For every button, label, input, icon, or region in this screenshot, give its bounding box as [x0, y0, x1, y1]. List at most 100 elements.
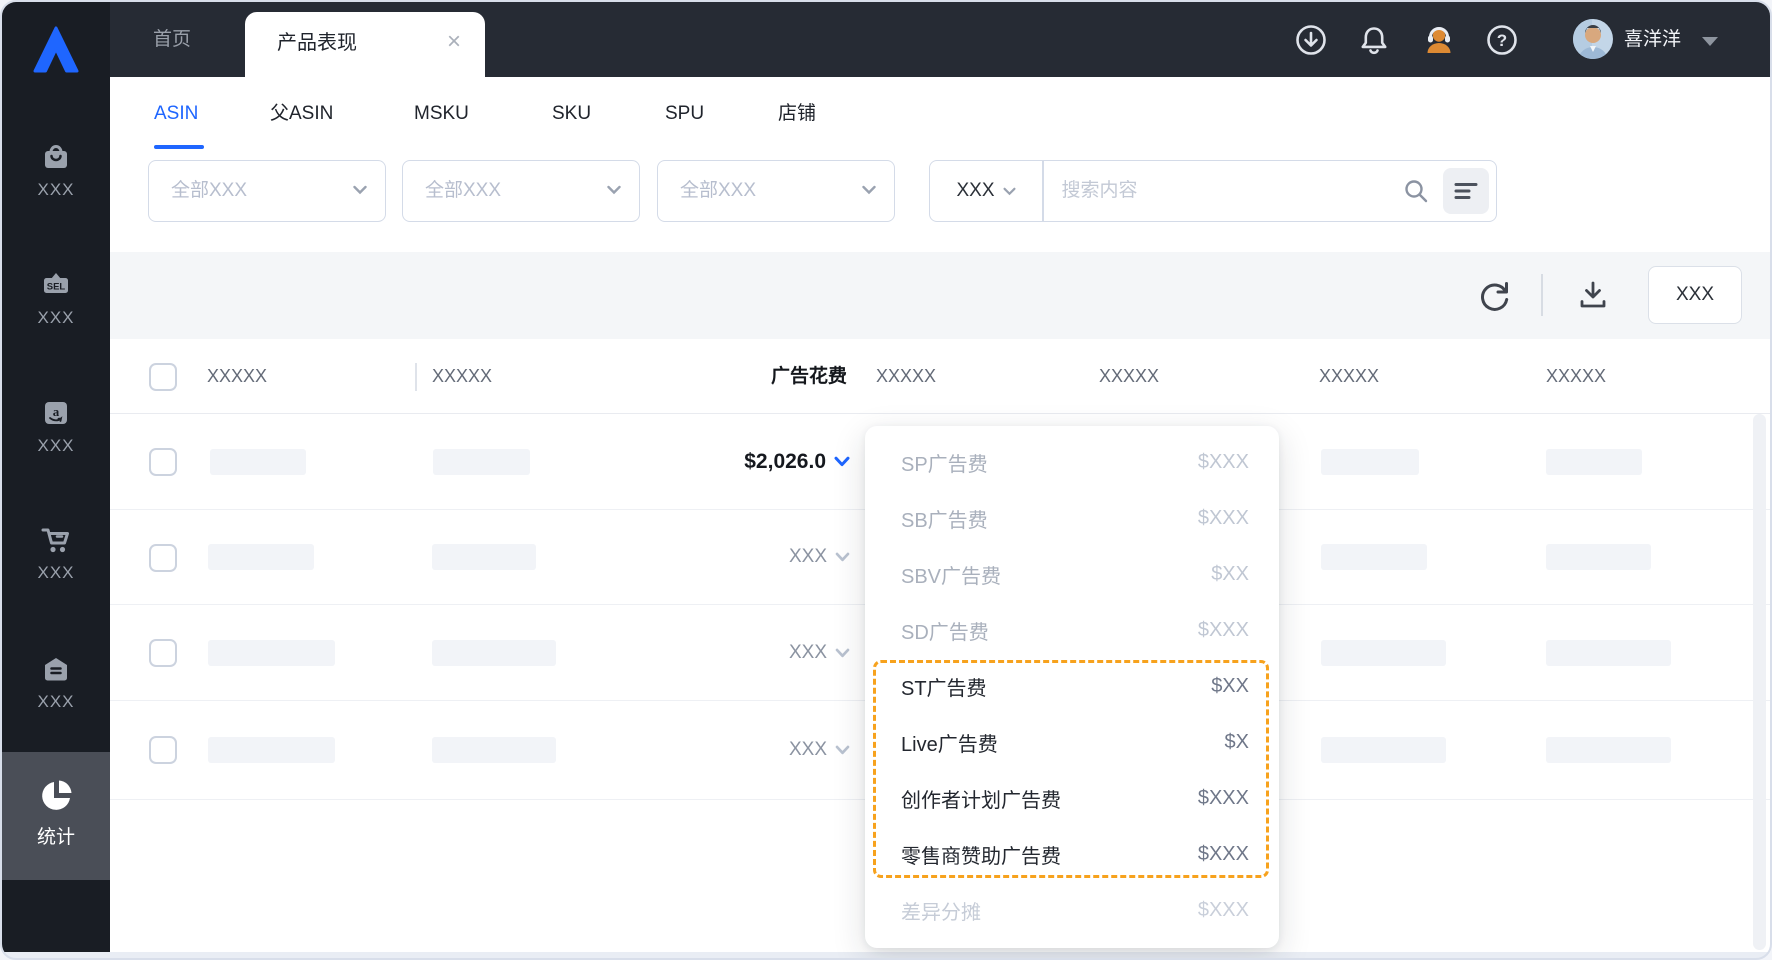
filter-select-2[interactable]: 全部XXX — [402, 160, 640, 222]
column-header[interactable]: XXXXX — [1319, 339, 1379, 414]
chevron-down-icon[interactable] — [835, 745, 850, 755]
cell-placeholder — [210, 449, 306, 475]
sidebar-item-2[interactable]: a XXX — [2, 396, 110, 456]
home-tab[interactable]: 首页 — [153, 2, 191, 77]
user-menu-caret-icon[interactable] — [1702, 37, 1718, 46]
breakdown-label: SB广告费 — [901, 509, 988, 532]
breakdown-value: $X — [1224, 730, 1249, 753]
mailbox-icon — [45, 658, 67, 681]
breakdown-label: SBV广告费 — [901, 565, 1002, 588]
vertical-scrollbar[interactable] — [1753, 414, 1766, 950]
export-download-icon[interactable] — [1576, 278, 1610, 312]
tab-parent-asin[interactable]: 父ASIN — [270, 77, 333, 150]
download-circle-icon[interactable] — [1294, 23, 1328, 57]
breakdown-item-sbv[interactable]: SBV广告费 $XX — [865, 546, 1279, 602]
breakdown-value: $XX — [1211, 562, 1249, 585]
row-checkbox[interactable] — [149, 544, 177, 572]
chevron-down-icon — [862, 185, 876, 195]
chevron-down-icon[interactable] — [835, 648, 850, 658]
custom-action-button[interactable]: XXX — [1648, 266, 1742, 324]
breakdown-item-sd[interactable]: SD广告费 $XXX — [865, 602, 1279, 658]
topbar: 首页 产品表现 × ? 喜洋洋 — [110, 2, 1770, 77]
ad-spend-cell[interactable]: $2,026.0 — [744, 414, 850, 509]
search-icon[interactable] — [1403, 178, 1429, 204]
cell-placeholder — [432, 737, 556, 763]
filter-select-value: 全部XXX — [171, 180, 248, 201]
breakdown-value: $XX — [1211, 674, 1249, 697]
tab-asin[interactable]: ASIN — [154, 77, 198, 150]
search-input[interactable] — [1043, 180, 1403, 202]
breakdown-item-sb[interactable]: SB广告费 $XXX — [865, 490, 1279, 546]
customer-service-icon[interactable] — [1422, 23, 1456, 57]
sidebar-item-label: XXX — [37, 180, 75, 199]
search-group: XXX — [929, 160, 1497, 222]
row-checkbox[interactable] — [149, 736, 177, 764]
row-checkbox[interactable] — [149, 448, 177, 476]
column-header[interactable]: XXXXX — [876, 339, 936, 414]
user-name[interactable]: 喜洋洋 — [1624, 2, 1681, 77]
search-type-value: XXX — [956, 180, 995, 201]
filter-lines-icon — [1454, 183, 1478, 199]
breakdown-item-st[interactable]: ST广告费 $XX — [865, 658, 1279, 714]
sidebar-item-4[interactable]: XXX — [2, 652, 110, 712]
breakdown-label: Live广告费 — [901, 733, 998, 756]
chevron-down-icon — [1002, 187, 1016, 195]
app-logo-icon[interactable] — [30, 24, 82, 76]
column-header[interactable]: XXXXX — [1546, 339, 1606, 414]
sidebar-item-statistics-active[interactable]: 统计 — [2, 752, 110, 880]
breakdown-item-sp[interactable]: SP广告费 $XXX — [865, 434, 1279, 490]
filter-select-3[interactable]: 全部XXX — [657, 160, 895, 222]
tab-msku[interactable]: MSKU — [414, 77, 469, 150]
ad-spend-cell[interactable]: XXX — [789, 510, 850, 604]
cell-placeholder — [208, 544, 314, 570]
breakdown-item-diff[interactable]: 差异分摊 $XXX — [865, 882, 1279, 938]
column-header-ad-spend[interactable]: 广告花费 — [670, 339, 847, 414]
ad-spend-value: XXX — [788, 739, 827, 760]
active-tab-underline — [154, 145, 204, 149]
cell-placeholder — [208, 737, 335, 763]
chevron-down-icon[interactable] — [835, 552, 850, 562]
avatar[interactable] — [1573, 19, 1613, 59]
column-header[interactable]: XXXXX — [1099, 339, 1159, 414]
filter-select-1[interactable]: 全部XXX — [148, 160, 386, 222]
amazon-icon: a — [45, 402, 67, 424]
tab-sku[interactable]: SKU — [552, 77, 591, 150]
cell-placeholder — [1321, 544, 1427, 570]
search-type-select[interactable]: XXX — [930, 180, 1042, 202]
sidebar-item-3[interactable]: XXX — [2, 523, 110, 583]
filter-select-value: 全部XXX — [425, 180, 502, 201]
ad-spend-value: $2,026.0 — [744, 449, 826, 473]
tab-spu[interactable]: SPU — [665, 77, 704, 150]
row-checkbox[interactable] — [149, 639, 177, 667]
select-all-checkbox[interactable] — [149, 363, 177, 391]
help-icon[interactable]: ? — [1485, 23, 1519, 57]
active-page-tab[interactable]: 产品表现 × — [245, 12, 485, 77]
cell-placeholder — [1546, 640, 1671, 666]
close-icon[interactable]: × — [447, 12, 461, 77]
column-header[interactable]: XXXXX — [207, 339, 267, 414]
breakdown-item-live[interactable]: Live广告费 $X — [865, 714, 1279, 770]
ad-spend-value: XXX — [788, 546, 827, 567]
table-toolbar: XXX — [110, 252, 1770, 339]
breakdown-item-creator[interactable]: 创作者计划广告费 $XXX — [865, 770, 1279, 826]
svg-text:SEL: SEL — [47, 282, 66, 293]
column-header[interactable]: XXXXX — [432, 339, 492, 414]
breakdown-item-retail[interactable]: 零售商赞助广告费 $XXX — [865, 826, 1279, 882]
column-resize-divider[interactable] — [415, 363, 417, 391]
sidebar-item-label: XXX — [37, 308, 75, 327]
chevron-down-icon[interactable] — [834, 456, 850, 467]
sidebar-item-1[interactable]: SEL XXX — [2, 268, 110, 328]
breakdown-label: SD广告费 — [901, 621, 989, 644]
filter-lines-button[interactable] — [1443, 168, 1489, 214]
ad-spend-cell[interactable]: XXX — [789, 701, 850, 799]
cell-placeholder — [1546, 544, 1651, 570]
breakdown-label: 零售商赞助广告费 — [901, 845, 1061, 868]
ad-spend-cell[interactable]: XXX — [789, 605, 850, 700]
sidebar-item-label: 统计 — [36, 827, 75, 848]
notifications-bell-icon[interactable] — [1357, 23, 1391, 57]
sidebar-item-0[interactable]: XXX — [2, 140, 110, 200]
breakdown-label: SP广告费 — [901, 453, 988, 476]
refresh-icon[interactable] — [1477, 278, 1511, 312]
sidebar-item-label: XXX — [37, 563, 75, 582]
tab-store[interactable]: 店铺 — [778, 77, 816, 150]
